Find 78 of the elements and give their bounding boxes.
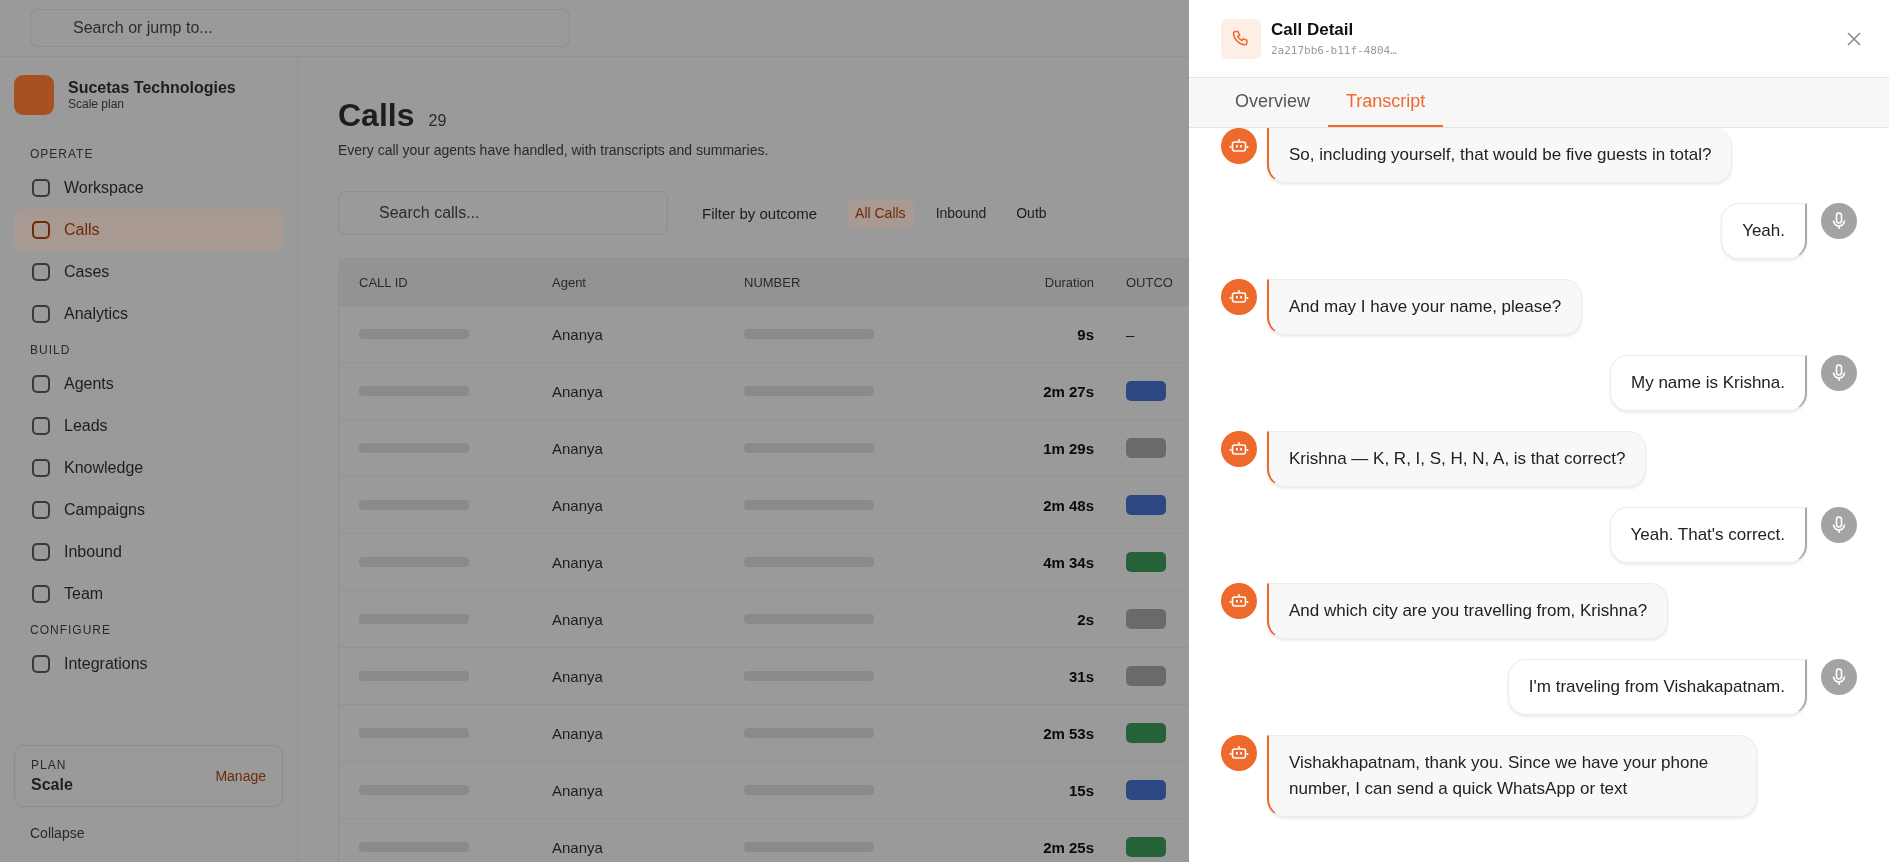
message-bubble: Krishna — K, R, I, S, H, N, A, is that correct?: [1267, 431, 1647, 487]
nav-item[interactable]: Knowledge: [14, 447, 283, 489]
column-header: Duration: [1044, 274, 1094, 290]
message-bubble: So, including yourself, that would be five guests in total?: [1267, 128, 1733, 183]
section-label: BUILD: [30, 343, 71, 357]
nav-item[interactable]: Calls: [14, 209, 283, 251]
table-cell: –: [1126, 325, 1135, 343]
column-header: NUMBER: [744, 274, 801, 290]
table-cell: Ananya: [552, 439, 603, 457]
phone-icon: [1221, 18, 1261, 59]
plan-name: Scale: [31, 776, 73, 794]
table-cell: Ananya: [552, 781, 603, 799]
column-header: OUTCO: [1126, 274, 1173, 290]
table-cell: Ananya: [552, 667, 603, 685]
robot-icon: [1221, 279, 1257, 315]
table-cell: Ananya: [552, 382, 603, 400]
table-cell: Ananya: [552, 610, 603, 628]
page-subtitle: Every call your agents have handled, with transcripts and summaries.: [338, 142, 769, 158]
microphone-icon: [1821, 507, 1857, 543]
nav-item[interactable]: Integrations: [14, 643, 283, 685]
table-cell: 2m 48s: [1043, 496, 1094, 514]
filter-tab[interactable]: Inbound: [927, 199, 995, 227]
search-field[interactable]: Search calls...: [338, 191, 668, 235]
table-cell: 15s: [1068, 781, 1094, 799]
robot-icon: [1221, 431, 1257, 467]
message-bubble: Yeah. That's correct.: [1609, 507, 1807, 563]
nav-item[interactable]: Team: [14, 573, 283, 615]
table-cell: 2m 53s: [1043, 724, 1094, 742]
logo-icon: [14, 75, 54, 115]
search-field[interactable]: Search or jump to...: [30, 9, 570, 47]
column-header: Agent: [552, 274, 586, 290]
filter-dropdown[interactable]: Filter by outcome: [702, 204, 834, 222]
microphone-icon: [1821, 659, 1857, 695]
table-cell: 9s: [1077, 325, 1094, 343]
message-bubble: I'm traveling from Vishakapatnam.: [1507, 659, 1807, 715]
call-id: 2a217bb6-b11f-4804…: [1271, 44, 1398, 57]
nav-item[interactable]: Cases: [14, 251, 283, 293]
nav-item[interactable]: Agents: [14, 363, 283, 405]
section-label: CONFIGURE: [30, 623, 111, 637]
nav-item[interactable]: Analytics: [14, 293, 283, 335]
column-header: CALL ID: [359, 274, 408, 290]
page-title: Calls: [338, 97, 415, 134]
table-cell: 1m 29s: [1043, 439, 1094, 457]
filter-tab[interactable]: Outb: [1008, 199, 1055, 227]
robot-icon: [1221, 735, 1257, 771]
table-cell: Ananya: [552, 838, 603, 856]
tab[interactable]: Overview: [1217, 78, 1328, 127]
table-cell: Ananya: [552, 553, 603, 571]
table-cell: 2m 25s: [1043, 838, 1094, 856]
nav-item[interactable]: Workspace: [14, 167, 283, 209]
table-cell: Ananya: [552, 724, 603, 742]
nav-item[interactable]: Campaigns: [14, 489, 283, 531]
table-cell: Ananya: [552, 496, 603, 514]
collapse-button[interactable]: Collapse: [30, 825, 85, 841]
table-cell: 4m 34s: [1043, 553, 1094, 571]
robot-icon: [1221, 583, 1257, 619]
table-cell: 31s: [1068, 667, 1094, 685]
message-bubble: And may I have your name, please?: [1267, 279, 1583, 335]
section-label: OPERATE: [30, 147, 94, 161]
nav-item[interactable]: Inbound: [14, 531, 283, 573]
message-bubble: Yeah.: [1721, 203, 1807, 259]
message-bubble: And which city are you travelling from, Krishna?: [1267, 583, 1669, 639]
microphone-icon: [1821, 355, 1857, 391]
org-plan: Scale plan: [68, 97, 126, 111]
org-name: Sucetas Technologies: [68, 79, 236, 97]
plan-label: PLAN: [31, 758, 68, 772]
nav-item[interactable]: Leads: [14, 405, 283, 447]
manage-link[interactable]: Manage: [215, 768, 266, 784]
table-cell: 2m 27s: [1043, 382, 1094, 400]
table-cell: 2s: [1077, 610, 1094, 628]
table-cell: Ananya: [552, 325, 603, 343]
microphone-icon: [1821, 203, 1857, 239]
message-bubble: Vishakhapatnam, thank you. Since we have your phone number, I can send a quick WhatsApp or text: [1267, 735, 1757, 817]
filter-tab[interactable]: All Calls: [847, 199, 914, 227]
panel-title: Call Detail: [1271, 20, 1355, 40]
message-bubble: My name is Krishna.: [1610, 355, 1807, 411]
close-icon[interactable]: [1847, 31, 1861, 46]
call-count: 29: [428, 112, 447, 130]
